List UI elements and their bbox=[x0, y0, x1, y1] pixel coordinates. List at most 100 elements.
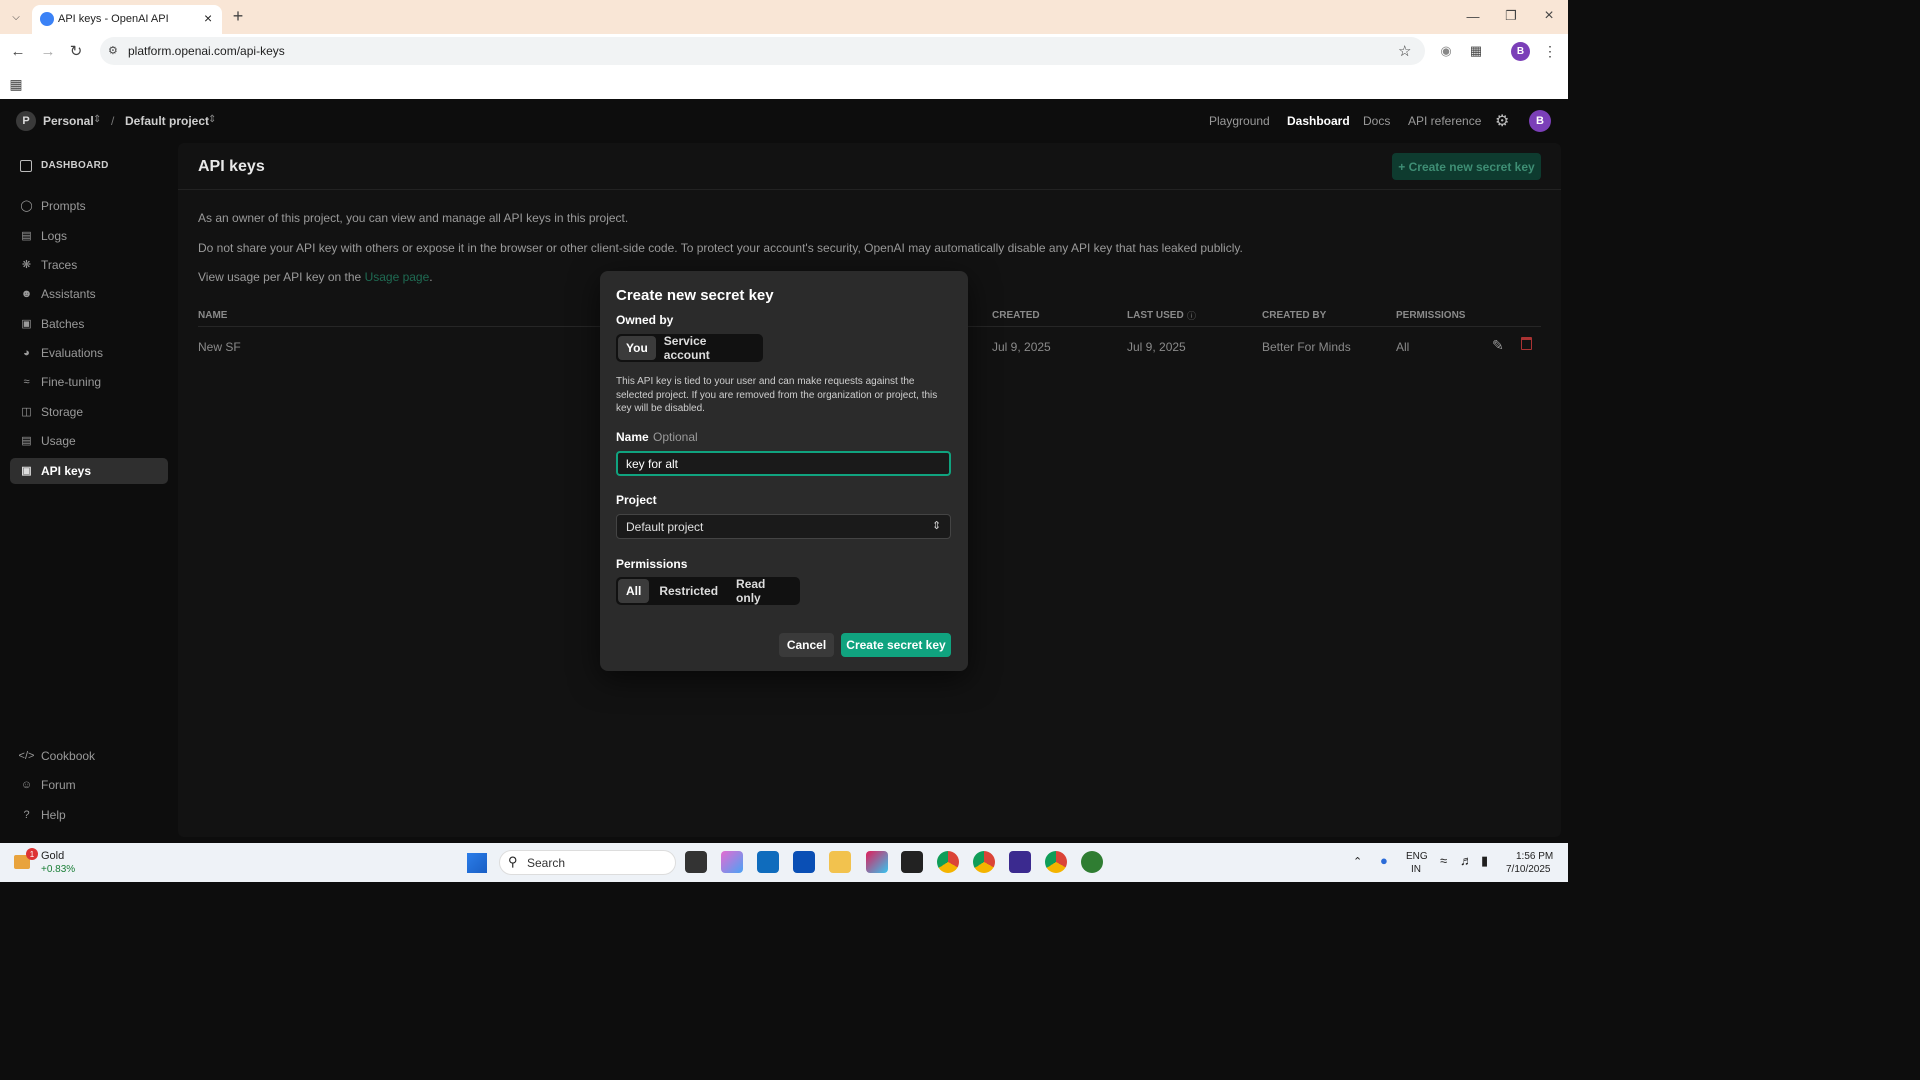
copilot-icon[interactable] bbox=[721, 851, 743, 873]
create-new-secret-key-button[interactable]: + Create new secret key bbox=[1392, 153, 1541, 180]
restore-icon[interactable]: ❐ bbox=[1500, 6, 1522, 26]
sidebar-item-cookbook[interactable]: </> Cookbook bbox=[10, 743, 168, 769]
sidebar-item-label: API keys bbox=[41, 464, 92, 478]
extensions-icon[interactable]: ▦ bbox=[1466, 41, 1486, 61]
slack-icon[interactable] bbox=[866, 851, 888, 873]
openai-favicon-icon bbox=[40, 12, 54, 26]
project-select-value: Default project bbox=[626, 520, 704, 534]
sidebar-item-label: Logs bbox=[41, 229, 68, 243]
nav-docs[interactable]: Docs bbox=[1363, 114, 1390, 128]
settings-gear-icon[interactable]: ⚙ bbox=[1495, 111, 1509, 131]
sidebar-item-fine-tuning[interactable]: ≈ Fine-tuning bbox=[10, 369, 168, 395]
create-secret-key-button[interactable]: Create secret key bbox=[841, 633, 951, 657]
outlook-icon[interactable] bbox=[757, 851, 779, 873]
sidebar-item-label: Usage bbox=[41, 434, 76, 448]
info-icon[interactable]: ⓘ bbox=[1187, 309, 1196, 322]
sidebar-item-evaluations[interactable]: ◕ Evaluations bbox=[10, 340, 168, 366]
bookmark-star-icon[interactable]: ☆ bbox=[1398, 42, 1411, 60]
microphone-icon[interactable]: ● bbox=[1380, 853, 1388, 868]
sidebar-item-logs[interactable]: ▤ Logs bbox=[10, 223, 168, 249]
browser-toolbar: ← → ↻ ⚙ platform.openai.com/api-keys ☆ ◉… bbox=[0, 34, 1568, 69]
nodes-icon: ❋ bbox=[21, 259, 32, 271]
sidebar-item-batches[interactable]: ▣ Batches bbox=[10, 311, 168, 337]
language-line-2[interactable]: IN bbox=[1411, 864, 1421, 875]
clock-time[interactable]: 1:56 PM bbox=[1516, 851, 1553, 862]
show-hidden-icons-icon[interactable]: ⌃ bbox=[1353, 855, 1362, 868]
minimize-icon[interactable]: — bbox=[1462, 6, 1484, 26]
lock-icon: ▣ bbox=[21, 465, 32, 477]
forward-icon[interactable]: → bbox=[38, 41, 58, 61]
new-tab-icon[interactable]: + bbox=[228, 6, 248, 26]
task-view-icon[interactable] bbox=[685, 851, 707, 873]
tab-list-icon[interactable]: ⌵ bbox=[6, 8, 26, 26]
owned-by-you-option[interactable]: You bbox=[618, 336, 656, 360]
sidebar-item-usage[interactable]: ▤ Usage bbox=[10, 428, 168, 454]
chrome-profile-icon[interactable] bbox=[973, 851, 995, 873]
tab-close-icon[interactable]: × bbox=[204, 10, 212, 26]
sidebar-item-prompts[interactable]: ◯ Prompts bbox=[10, 193, 168, 219]
chrome-active-icon[interactable] bbox=[1045, 851, 1067, 873]
sidebar-toggle-icon[interactable] bbox=[20, 160, 32, 172]
cancel-button[interactable]: Cancel bbox=[779, 633, 834, 657]
language-line-1[interactable]: ENG bbox=[1406, 851, 1428, 862]
sidebar-item-label: Fine-tuning bbox=[41, 375, 102, 389]
list-icon: ▤ bbox=[21, 230, 32, 242]
key-name: New SF bbox=[198, 340, 241, 354]
clock-date[interactable]: 7/10/2025 bbox=[1506, 864, 1551, 875]
project-select[interactable]: Default project ⇕ bbox=[616, 514, 951, 539]
windows-start-icon[interactable] bbox=[467, 853, 487, 873]
app-icon[interactable] bbox=[1009, 851, 1031, 873]
name-input[interactable]: key for alt bbox=[616, 451, 951, 476]
profile-avatar[interactable]: B bbox=[1511, 42, 1530, 61]
org-chevron-icon[interactable]: ⇕ bbox=[93, 114, 101, 125]
sticky-notes-icon[interactable] bbox=[901, 851, 923, 873]
close-window-icon[interactable]: × bbox=[1538, 6, 1560, 26]
project-chevron-icon[interactable]: ⇕ bbox=[208, 114, 216, 125]
sidebar-item-forum[interactable]: ☺ Forum bbox=[10, 772, 168, 798]
project-switcher[interactable]: Default project bbox=[125, 114, 209, 128]
sidebar-item-help[interactable]: ? Help bbox=[10, 802, 168, 828]
user-avatar[interactable]: B bbox=[1529, 110, 1551, 132]
sidebar-item-traces[interactable]: ❋ Traces bbox=[10, 252, 168, 278]
column-header-created: CREATED bbox=[992, 310, 1040, 321]
org-avatar[interactable]: P bbox=[16, 111, 36, 131]
back-icon[interactable]: ← bbox=[8, 41, 28, 61]
wifi-icon[interactable]: ≈ bbox=[1440, 853, 1447, 868]
chrome-icon[interactable] bbox=[937, 851, 959, 873]
reload-icon[interactable]: ↻ bbox=[66, 41, 86, 61]
site-info-icon[interactable]: ⚙ bbox=[108, 44, 118, 57]
xbox-icon[interactable] bbox=[1081, 851, 1103, 873]
org-switcher[interactable]: Personal bbox=[43, 114, 94, 128]
camera-icon[interactable]: ◉ bbox=[1436, 41, 1456, 61]
browser-tab[interactable]: API keys - OpenAI API × bbox=[32, 5, 222, 34]
owned-by-service-account-option[interactable]: Service account bbox=[656, 334, 761, 362]
stack-icon: ▣ bbox=[21, 318, 32, 330]
permissions-all-option[interactable]: All bbox=[618, 579, 650, 603]
edit-icon[interactable]: ✎ bbox=[1492, 337, 1504, 354]
column-header-last-used: LAST USED bbox=[1127, 310, 1184, 321]
sidebar: DASHBOARD ◯ Prompts ▤ Logs ❋ Traces ☻ Assist… bbox=[0, 143, 178, 843]
weather-widget[interactable]: 1 Gold +0.83% bbox=[12, 847, 102, 879]
nav-dashboard[interactable]: Dashboard bbox=[1287, 114, 1350, 128]
sidebar-item-storage[interactable]: ◫ Storage bbox=[10, 399, 168, 425]
code-icon: </> bbox=[18, 749, 35, 762]
volume-icon[interactable]: ♬ bbox=[1460, 853, 1473, 868]
sidebar-item-api-keys[interactable]: ▣ API keys bbox=[10, 458, 168, 484]
nav-api-reference[interactable]: API reference bbox=[1408, 114, 1481, 128]
azure-icon[interactable] bbox=[793, 851, 815, 873]
taskbar-search[interactable]: ⚲ Search bbox=[499, 850, 676, 875]
delete-trash-icon[interactable] bbox=[1521, 337, 1532, 350]
sidebar-item-label: Cookbook bbox=[41, 749, 96, 763]
dialog-title: Create new secret key bbox=[616, 287, 774, 304]
apps-grid-icon[interactable]: ▦ bbox=[6, 74, 26, 94]
file-explorer-icon[interactable] bbox=[829, 851, 851, 873]
nav-playground[interactable]: Playground bbox=[1209, 114, 1270, 128]
usage-page-link[interactable]: Usage page bbox=[365, 270, 430, 284]
battery-icon[interactable]: ▮ bbox=[1481, 853, 1488, 869]
address-bar[interactable]: ⚙ platform.openai.com/api-keys ☆ bbox=[100, 37, 1425, 65]
usage-suffix: . bbox=[429, 270, 433, 284]
permissions-restricted-option[interactable]: Restricted bbox=[649, 579, 728, 603]
browser-menu-icon[interactable]: ⋮ bbox=[1540, 41, 1560, 61]
sidebar-item-assistants[interactable]: ☻ Assistants bbox=[10, 281, 168, 307]
permissions-read-only-option[interactable]: Read only bbox=[728, 577, 798, 605]
